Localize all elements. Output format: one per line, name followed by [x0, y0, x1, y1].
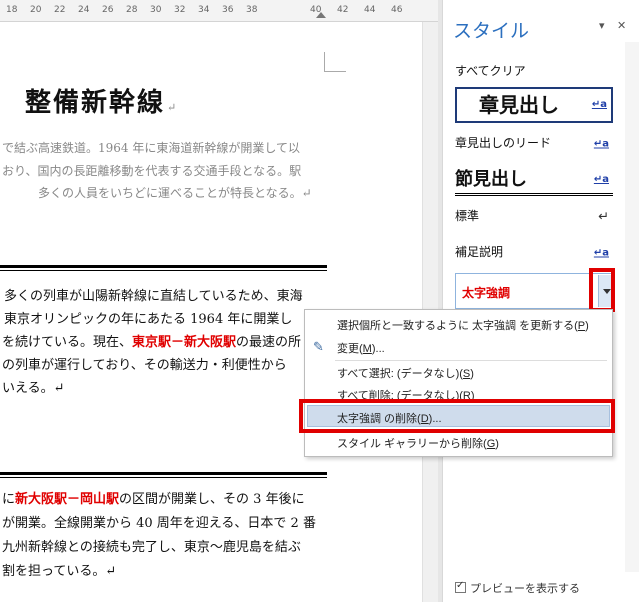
menu-separator — [335, 360, 607, 361]
menu-text: 選択個所と一致するように 太字強調 を更新する( — [337, 320, 578, 332]
document-area[interactable]: 18 20 22 24 26 28 30 32 34 36 38 40 42 4… — [0, 0, 438, 602]
body-text-line: いえる。↵ — [2, 381, 65, 396]
style-normal[interactable]: 標準 ↵ — [455, 207, 613, 227]
body-text-line: に新大阪駅－岡山駅の区間が開業し、その 3 年後に — [2, 488, 305, 507]
menu-text: ) — [495, 438, 499, 450]
style-supplement[interactable]: 補足説明 ↵a — [455, 243, 613, 263]
style-label: 標準 — [455, 209, 480, 223]
ruler-tick: 26 — [102, 5, 114, 15]
body-text-line: 多くの列車が山陽新幹線に直結しているため、東海 — [4, 289, 303, 304]
menu-text: 変更( — [337, 343, 363, 355]
modify-style-icon: ✎ — [313, 340, 324, 355]
ruler-tick: 44 — [364, 5, 376, 15]
paragraph-style-icon: ↵ — [598, 209, 609, 225]
preview-toggle[interactable]: プレビューを表示する — [455, 580, 580, 596]
style-label: 章見出しのリード — [455, 136, 552, 150]
style-section-heading[interactable]: 節見出し ↵a — [455, 166, 613, 196]
lead-text-line: で結ぶ高速鉄道。1964 年に東海道新幹線が開業して以 — [2, 141, 300, 155]
ruler-tick: 42 — [337, 5, 349, 15]
menu-text: すべて選択: (データなし)( — [337, 368, 463, 380]
style-chapter-lead[interactable]: 章見出しのリード ↵a — [455, 134, 613, 154]
menu-item-modify[interactable]: 変更(M)... — [337, 340, 385, 356]
menu-text: )... — [371, 343, 385, 355]
body-text-line: 割を担っている。↵ — [2, 564, 117, 579]
style-chapter-heading[interactable]: 章見出し ↵a — [455, 87, 613, 123]
pane-title: スタイル — [453, 21, 530, 42]
linked-style-icon: ↵a — [593, 247, 609, 259]
margin-corner-mark — [324, 52, 346, 72]
ruler-tick: 22 — [54, 5, 66, 15]
body-text-line: 九州新幹線との接続も完了し、東京～鹿児島を結ぶ — [2, 540, 301, 555]
title-text: 整備新幹線 — [25, 88, 166, 118]
style-label: 補足説明 — [455, 245, 504, 259]
menu-accel: M — [362, 343, 372, 355]
body-text-line: 東京オリンピックの年にあたる 1964 年に開業し — [4, 312, 293, 327]
ruler-tick: 38 — [246, 5, 258, 15]
style-label: すべてクリア — [455, 64, 526, 78]
linked-style-icon: ↵a — [591, 99, 607, 110]
paragraph-mark-icon: ↵ — [167, 101, 179, 114]
body-text-line: を続けている。現在、東京駅－新大阪駅の最速の所 — [2, 331, 301, 350]
menu-text: ) — [470, 368, 474, 380]
word-window: 18 20 22 24 26 28 30 32 34 36 38 40 42 4… — [0, 0, 640, 602]
linked-style-icon: ↵a — [593, 138, 609, 150]
ruler-tick: 18 — [6, 5, 18, 15]
ruler-tick: 30 — [150, 5, 162, 15]
ruler-tick: 46 — [391, 5, 403, 15]
body-text-line: が開業。全線開業から 40 周年を迎える、日本で 2 番 — [2, 516, 316, 531]
text-run: に — [2, 492, 16, 507]
style-context-menu: ✎ 選択個所と一致するように 太字強調 を更新する(P) 変更(M)... すべ… — [304, 309, 613, 457]
section-rule — [0, 472, 327, 478]
pane-scrollbar[interactable] — [625, 42, 639, 572]
ruler-tick: 34 — [198, 5, 210, 15]
style-label: 太字強調 — [462, 286, 511, 300]
menu-accel: G — [486, 438, 496, 450]
style-label: 節見出し — [455, 169, 527, 190]
menu-item-update[interactable]: 選択個所と一致するように 太字強調 を更新する(P) — [337, 317, 589, 333]
linked-style-icon: ↵a — [593, 173, 609, 185]
menu-text: ) — [585, 320, 589, 332]
horizontal-ruler[interactable]: 18 20 22 24 26 28 30 32 34 36 38 40 42 4… — [0, 0, 438, 22]
text-run: の最速の所 — [236, 335, 302, 350]
ruler-tick: 36 — [222, 5, 234, 15]
menu-callout-box — [299, 399, 615, 433]
text-run: を続けている。現在、 — [2, 335, 133, 350]
menu-text: スタイル ギャラリーから削除( — [337, 438, 487, 450]
preview-label: プレビューを表示する — [470, 583, 580, 595]
menu-item-select-all[interactable]: すべて選択: (データなし)(S) — [337, 365, 474, 381]
document-title[interactable]: 整備新幹線 ↵ — [25, 82, 178, 119]
style-clear-all[interactable]: すべてクリア — [455, 62, 613, 80]
ruler-tick: 28 — [126, 5, 138, 15]
text-run: の区間が開業し、その 3 年後に — [119, 492, 305, 507]
ruler-tick: 32 — [174, 5, 186, 15]
ruler-tick: 20 — [30, 5, 42, 15]
lead-text-line: 多くの人員をいちどに運べることが特長となる。↵ — [38, 186, 312, 200]
checkbox-icon[interactable] — [455, 580, 466, 593]
section-rule — [0, 265, 327, 271]
pane-options-icon[interactable]: ▾ — [599, 19, 605, 32]
close-icon[interactable]: ✕ — [617, 19, 626, 32]
ruler-tick: 24 — [78, 5, 90, 15]
dropdown-callout-box — [589, 268, 615, 312]
body-text-line: の列車が運行しており、その輸送力・利便性から — [2, 358, 287, 373]
lead-text-line: おり、国内の長距離移動を代表する交通手段となる。駅 — [2, 164, 302, 178]
menu-item-remove-gallery[interactable]: スタイル ギャラリーから削除(G) — [337, 435, 499, 451]
style-label: 章見出し — [479, 93, 559, 117]
right-indent-marker[interactable] — [316, 12, 326, 18]
bold-emphasis-text: 新大阪駅－岡山駅 — [15, 492, 120, 507]
bold-emphasis-text: 東京駅－新大阪駅 — [132, 335, 237, 350]
